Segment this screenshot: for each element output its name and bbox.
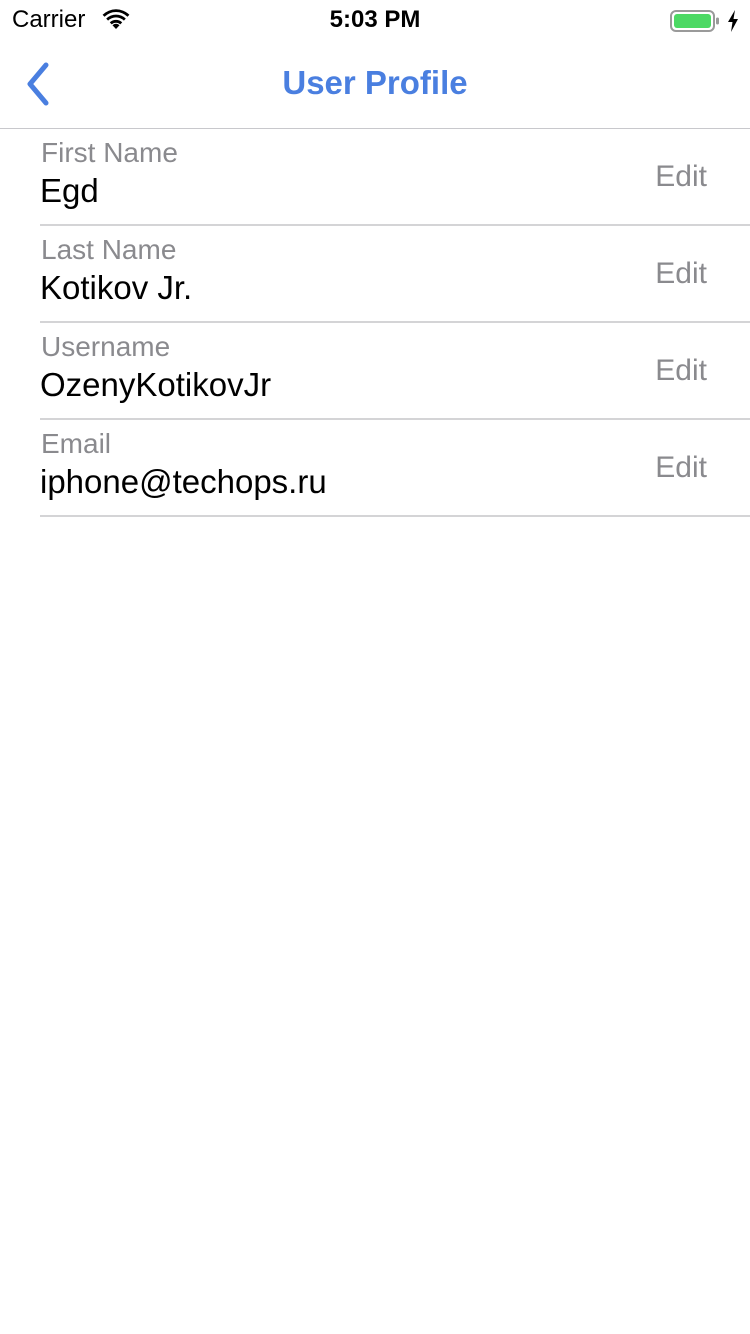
battery-fill bbox=[674, 14, 711, 28]
edit-first-name-button[interactable]: Edit bbox=[655, 160, 707, 194]
first-name-value: Egd bbox=[40, 172, 99, 209]
last-name-value: Kotikov Jr. bbox=[40, 269, 193, 306]
page-title: User Profile bbox=[282, 64, 468, 101]
last-name-row: Last Name Kotikov Jr. Edit bbox=[40, 226, 750, 323]
edit-last-name-button[interactable]: Edit bbox=[655, 257, 707, 291]
profile-field-list: First Name Egd Edit Last Name Kotikov Jr… bbox=[0, 129, 750, 517]
first-name-label: First Name bbox=[41, 137, 178, 168]
status-bar: Carrier 5:03 PM bbox=[0, 0, 750, 40]
status-time: 5:03 PM bbox=[329, 6, 421, 33]
battery-icon bbox=[670, 10, 719, 32]
edit-email-button[interactable]: Edit bbox=[655, 451, 707, 485]
navigation-bar: User Profile bbox=[0, 40, 750, 129]
last-name-label: Last Name bbox=[41, 234, 177, 265]
edit-username-button[interactable]: Edit bbox=[655, 354, 707, 388]
charging-bolt-icon bbox=[728, 10, 738, 32]
email-label: Email bbox=[41, 428, 112, 459]
username-label: Username bbox=[41, 331, 171, 362]
first-name-row: First Name Egd Edit bbox=[40, 129, 750, 226]
email-value: iphone@techops.ru bbox=[40, 463, 327, 500]
email-row: Email iphone@techops.ru Edit bbox=[40, 420, 750, 517]
username-value: OzenyKotikovJr bbox=[40, 366, 272, 403]
username-row: Username OzenyKotikovJr Edit bbox=[40, 323, 750, 420]
